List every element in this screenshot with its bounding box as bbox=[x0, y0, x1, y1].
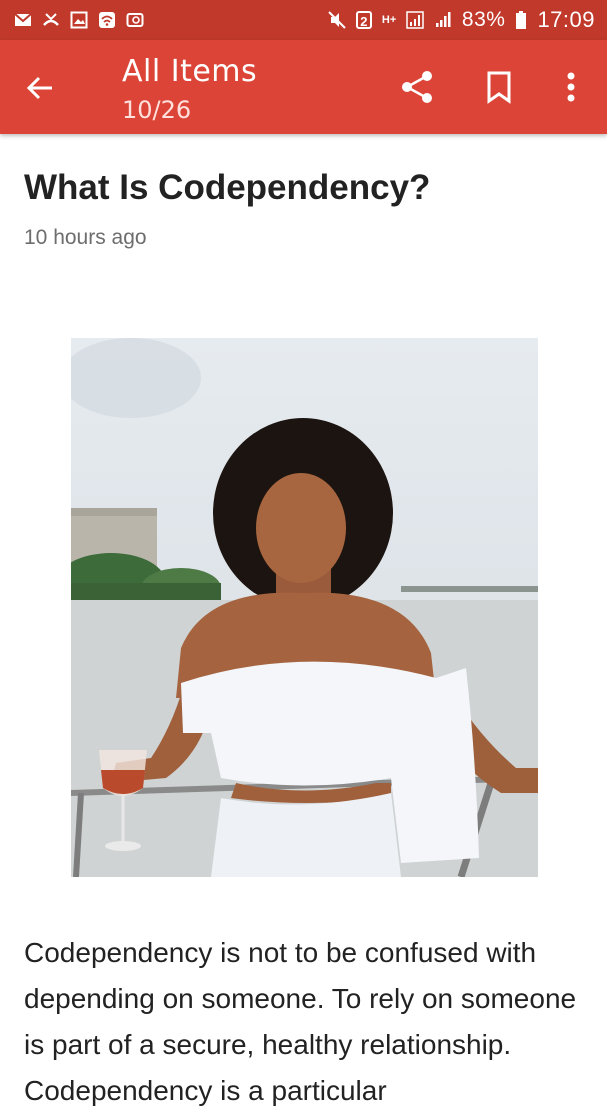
article-body: Codependency is not to be confused with … bbox=[24, 937, 577, 1106]
more-options-button[interactable] bbox=[552, 68, 590, 106]
signal-icon bbox=[406, 11, 424, 29]
article-title: What Is Codependency? bbox=[24, 168, 431, 207]
share-icon bbox=[402, 71, 432, 103]
email-icon bbox=[14, 11, 32, 29]
back-button[interactable] bbox=[22, 70, 58, 106]
mute-icon bbox=[328, 11, 346, 29]
status-right-icons: 2 H+ 83% 17:09 bbox=[328, 7, 595, 33]
article-image bbox=[71, 338, 538, 877]
status-left-icons bbox=[14, 11, 144, 29]
bookmark-button[interactable] bbox=[480, 68, 518, 106]
wifi-icon bbox=[98, 11, 116, 29]
clock: 17:09 bbox=[537, 7, 595, 32]
status-bar: 2 H+ 83% 17:09 bbox=[0, 0, 607, 40]
bookmark-icon bbox=[487, 71, 511, 104]
more-vert-icon bbox=[567, 72, 575, 102]
article-photo bbox=[71, 338, 538, 877]
network-type-label: H+ bbox=[381, 13, 397, 26]
missed-call-icon bbox=[42, 11, 60, 29]
arrow-back-icon bbox=[26, 76, 52, 100]
share-button[interactable] bbox=[398, 68, 436, 106]
battery-icon bbox=[515, 11, 527, 29]
sim-badge: 2 bbox=[355, 11, 372, 29]
screencast-icon bbox=[126, 11, 144, 29]
battery-percent: 83% bbox=[461, 8, 506, 31]
toolbar-title: All Items bbox=[122, 54, 258, 89]
app-bar: All Items 10/26 bbox=[0, 40, 607, 134]
gallery-icon bbox=[70, 11, 88, 29]
item-counter: 10/26 bbox=[122, 96, 192, 124]
article-timestamp: 10 hours ago bbox=[24, 226, 147, 249]
signal-bars-icon bbox=[434, 11, 452, 29]
